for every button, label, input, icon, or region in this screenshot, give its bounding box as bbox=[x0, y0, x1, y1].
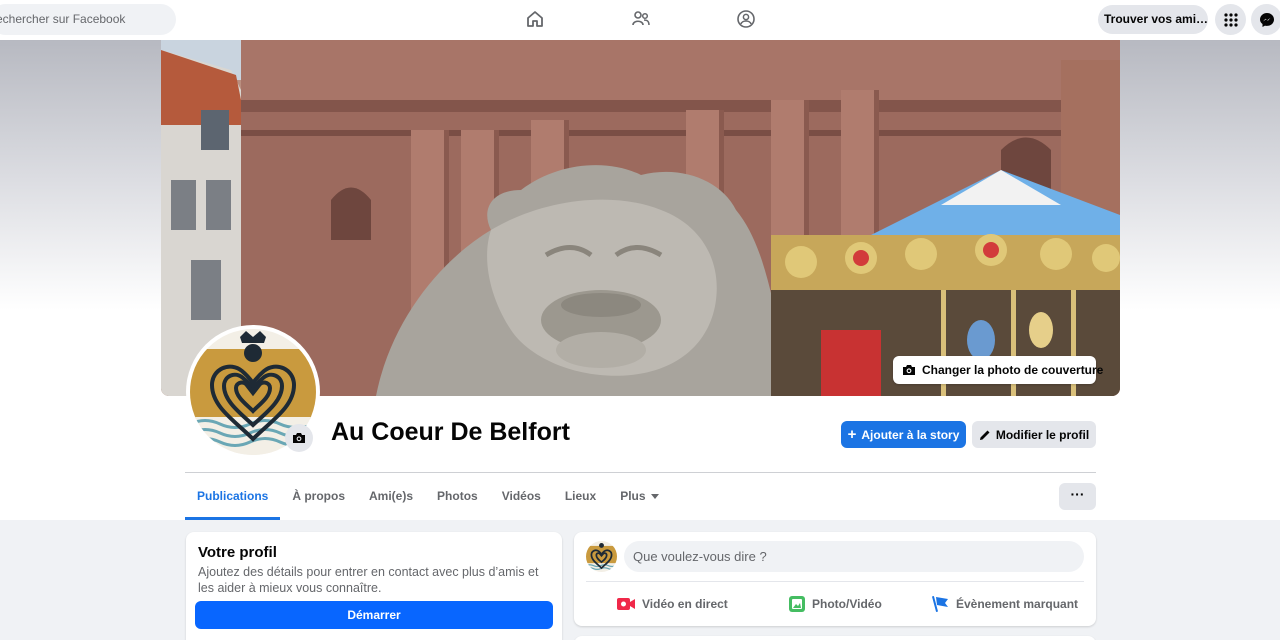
header-divider bbox=[185, 472, 1096, 473]
change-cover-photo-label: Changer la photo de couverture bbox=[922, 363, 1104, 377]
camera-icon bbox=[902, 364, 916, 376]
find-friends-button[interactable]: Trouver vos ami… bbox=[1098, 5, 1208, 34]
update-profile-picture-button[interactable] bbox=[285, 424, 313, 452]
tab-videos[interactable]: Vidéos bbox=[490, 474, 553, 520]
photo-video-button[interactable]: Photo/Vidéo bbox=[788, 593, 882, 615]
home-icon[interactable] bbox=[524, 8, 546, 30]
messenger-icon[interactable] bbox=[1251, 4, 1280, 35]
composer-divider bbox=[586, 581, 1084, 582]
tab-label: Lieux bbox=[564, 489, 597, 503]
next-post-card bbox=[574, 636, 1096, 640]
cover-photo[interactable] bbox=[161, 40, 1120, 396]
apps-grid-icon[interactable] bbox=[1215, 4, 1246, 35]
card-description: Ajoutez des détails pour entrer en conta… bbox=[198, 565, 539, 595]
chevron-down-icon bbox=[650, 494, 659, 500]
tab-label: Vidéos bbox=[501, 489, 541, 503]
profile-tabs: Publications À propos Ami(e)s Photos Vid… bbox=[185, 474, 671, 520]
tab-about[interactable]: À propos bbox=[280, 474, 357, 520]
action-label: Photo/Vidéo bbox=[812, 597, 882, 611]
life-event-button[interactable]: Évènement marquant bbox=[932, 593, 1078, 615]
camera-icon bbox=[292, 432, 306, 444]
pencil-icon bbox=[979, 429, 991, 441]
tab-photos[interactable]: Photos bbox=[425, 474, 490, 520]
tab-places[interactable]: Lieux bbox=[553, 474, 608, 520]
flag-icon bbox=[932, 595, 950, 613]
search-input[interactable]: echercher sur Facebook bbox=[0, 4, 176, 35]
post-composer: Que voulez-vous dire ? Vidéo en direct P… bbox=[574, 532, 1096, 626]
tab-label: Publications bbox=[197, 489, 269, 503]
action-label: Évènement marquant bbox=[956, 597, 1079, 611]
tab-more[interactable]: Plus bbox=[608, 474, 670, 520]
card-title: Votre profil bbox=[198, 544, 277, 561]
tab-label: Plus bbox=[620, 489, 646, 503]
action-label: Vidéo en direct bbox=[642, 597, 728, 611]
live-video-icon bbox=[616, 596, 636, 612]
tab-label: Photos bbox=[437, 489, 478, 503]
add-to-story-button[interactable]: + Ajouter à la story bbox=[841, 421, 966, 448]
add-to-story-label: Ajouter à la story bbox=[861, 427, 960, 442]
start-button[interactable]: Démarrer bbox=[195, 601, 553, 629]
groups-icon[interactable] bbox=[735, 8, 757, 30]
tab-label: À propos bbox=[292, 489, 346, 503]
your-profile-card: Votre profil Ajoutez des détails pour en… bbox=[186, 532, 562, 640]
friends-icon[interactable] bbox=[630, 8, 652, 30]
tab-publications[interactable]: Publications bbox=[185, 474, 281, 520]
edit-profile-button[interactable]: Modifier le profil bbox=[972, 421, 1096, 448]
plus-icon: + bbox=[847, 425, 857, 443]
top-navigation-bar: echercher sur Facebook Trouver vos ami… bbox=[0, 0, 1280, 40]
tab-friends[interactable]: Ami(e)s bbox=[357, 474, 425, 520]
tab-label: Ami(e)s bbox=[369, 489, 414, 503]
edit-profile-label: Modifier le profil bbox=[995, 427, 1090, 442]
page-title: Au Coeur De Belfort bbox=[331, 418, 570, 446]
more-options-button[interactable]: ··· bbox=[1059, 483, 1096, 510]
avatar[interactable] bbox=[586, 541, 617, 572]
change-cover-photo-button[interactable]: Changer la photo de couverture bbox=[893, 356, 1103, 384]
photo-video-icon bbox=[788, 595, 806, 613]
compose-post-input[interactable]: Que voulez-vous dire ? bbox=[624, 541, 1084, 572]
live-video-button[interactable]: Vidéo en direct bbox=[616, 593, 728, 615]
